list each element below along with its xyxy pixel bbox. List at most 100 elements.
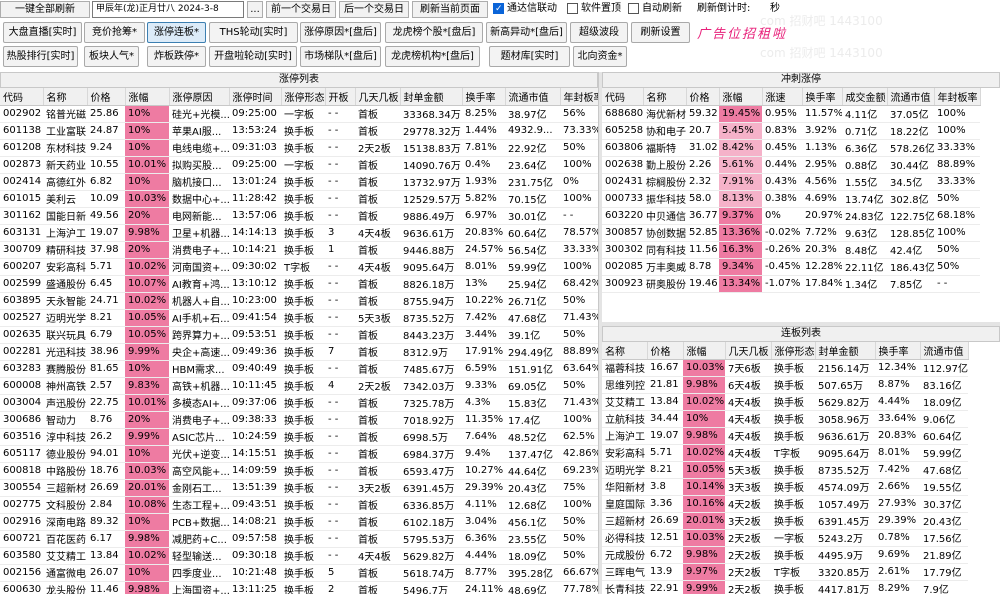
consecutive-row[interactable]: 三超新材 26.69 20.01% 3天2板 换手板 6391.45万 29.39% 20.4… <box>602 512 968 530</box>
surge-row[interactable]: 603806 福斯特 31.02 8.42% 0.45% 1.13% 6.36亿 578.26… <box>602 139 980 157</box>
auto-refresh-checkbox[interactable] <box>628 3 639 14</box>
limit-up-row[interactable]: 002527 迈明光学 8.21 10.05% AI手机+石... 09:41:54 换手板… <box>0 309 598 327</box>
limit-up-row[interactable]: 300686 智动力 8.76 20% 消费电子+... 09:38:33 换手板 - - 首板… <box>0 411 598 429</box>
surge-row[interactable]: 002431 棕榈股份 2.32 7.91% 0.43% 4.56% 1.55亿 34.5亿 3… <box>602 173 980 191</box>
limit-up-row[interactable]: 003004 声迅股份 22.75 10.01% 多模态AI+... 09:37:06 换手… <box>0 394 598 412</box>
surge-row[interactable]: 300857 协创数据 52.85 13.36% -0.02% 7.72% 9.63亿 128… <box>602 224 980 242</box>
limit-up-row[interactable]: 301162 国能日新 49.56 20% 电网新能... 13:57:06 换手板 - -首… <box>0 207 598 225</box>
surge-row[interactable]: 300923 研奥股份 19.46 13.34% -1.07% 17.84% 1.34亿 7.… <box>602 275 980 293</box>
column-header[interactable]: 涨停原因 <box>169 88 230 106</box>
surge-row[interactable]: 000733 振华科技 58.0 8.13% 0.38% 4.69% 13.74亿 302.8… <box>602 190 980 208</box>
column-header[interactable]: 换手率 <box>875 342 921 360</box>
column-header[interactable]: 封单金额 <box>815 342 876 360</box>
tab-tabs-row2-7[interactable]: 北向资金* <box>573 46 627 67</box>
tab-tabs-row1-1[interactable]: 竞价抢筹* <box>84 22 145 43</box>
consecutive-row[interactable]: 艾艾精工 13.84 10.02% 4天4板 换手板 5629.82万 4.44% 18.09… <box>602 393 968 411</box>
limit-up-row[interactable]: 600818 中路股份 18.76 10.03% 高空风能+... 14:09:59 换手板… <box>0 462 598 480</box>
tab-tabs-row2-1[interactable]: 板块人气* <box>84 46 139 67</box>
limit-up-row[interactable]: 002414 高德红外 6.82 10% 脑机接口... 13:01:24 换手板 - - 首板… <box>0 173 598 191</box>
column-header[interactable]: 涨幅 <box>683 342 726 360</box>
column-header[interactable]: 涨速 <box>762 88 803 106</box>
limit-up-row[interactable]: 600207 安彩高科 5.71 10.02% 河南国资+... 09:30:02 T字板 -… <box>0 258 598 276</box>
limit-up-row[interactable]: 600721 百花医药 6.17 9.98% 减肥药+C... 09:57:58 换手板 - … <box>0 530 598 548</box>
column-header[interactable]: 几天几板 <box>725 342 772 360</box>
consecutive-row[interactable]: 华阳新材 3.8 10.14% 3天3板 换手板 4574.09万 2.66% 19.55亿 <box>602 478 968 496</box>
consecutive-row[interactable]: 安彩高科 5.71 10.02% 4天4板 T字板 9095.64万 8.01% 59.99亿 <box>602 444 968 462</box>
limit-up-row[interactable]: 002156 通富微电 26.07 10% 四季度业... 10:21:48 换手板 5 首板 5… <box>0 564 598 582</box>
limit-up-row[interactable]: 002873 新天药业 10.55 10.01% 拟购买股... 09:25:00 一字板 -… <box>0 156 598 174</box>
limit-up-row[interactable]: 601138 工业富联 24.87 10% 苹果AI服... 13:53:24 换手板 - -… <box>0 122 598 140</box>
column-header[interactable]: 涨停形态 <box>281 88 326 106</box>
column-header[interactable]: 年封板率 <box>560 88 598 106</box>
column-header[interactable]: 几天几板 <box>355 88 401 106</box>
column-header[interactable]: 名称 <box>643 88 687 106</box>
surge-row[interactable]: 300302 同有科技 11.56 16.3% -0.26% 20.3% 8.48亿 42.4… <box>602 241 980 259</box>
tab-tabs-row1-4[interactable]: 涨停原因*[盘后] <box>300 22 381 43</box>
limit-up-row[interactable]: 603516 淳中科技 26.2 9.99% ASIC芯片... 10:24:59 换手板 -… <box>0 428 598 446</box>
limit-up-row[interactable]: 600630 龙头股份 11.46 9.98% 上海国资+... 13:11:25 换手板 2… <box>0 581 598 594</box>
date-display[interactable]: 甲辰年(龙)正月廿八 2024-3-8 <box>92 1 244 18</box>
column-header[interactable]: 流通市值 <box>920 342 969 360</box>
limit-up-row[interactable]: 601015 美利云 10.09 10.03% 数据中心+... 11:28:42 换手板 -… <box>0 190 598 208</box>
surge-row[interactable]: 688680 海优新材 59.32 19.45% 0.95% 11.57% 4.11亿 37.… <box>602 105 980 123</box>
consecutive-row[interactable]: 必得科技 12.51 10.03% 2天2板 一字板 5243.2万 0.78% 17.56亿 <box>602 529 968 547</box>
column-header[interactable]: 成交金额 <box>842 88 888 106</box>
tab-tabs-row2-4[interactable]: 市场梯队*[盘后] <box>300 46 381 67</box>
consecutive-row[interactable]: 元成股份 6.72 9.98% 2天2板 换手板 4495.9万 9.69% 21.89亿 <box>602 546 968 564</box>
limit-up-row[interactable]: 002902 铭普光磁 25.86 10% 硅光+光模... 09:25:00 一字板 - -… <box>0 105 598 123</box>
consecutive-row[interactable]: 上海沪工 19.07 9.98% 4天4板 换手板 9636.61万 20.83% 60.64… <box>602 427 968 445</box>
surge-row[interactable]: 002085 万丰奥威 8.78 9.34% -0.45% 12.28% 22.11亿 186… <box>602 258 980 276</box>
column-header[interactable]: 价格 <box>686 88 720 106</box>
pin-top-checkbox[interactable] <box>567 3 578 14</box>
consecutive-row[interactable]: 福蓉科技 16.67 10.03% 7天6板 换手板 2156.14万 12.34% 112.… <box>602 359 968 377</box>
column-header[interactable]: 名称 <box>43 88 88 106</box>
tab-tabs-row1-3[interactable]: THS轮动[实时] <box>209 22 298 43</box>
column-header[interactable]: 涨幅 <box>125 88 170 106</box>
limit-up-row[interactable]: 300709 精研科技 37.98 20% 消费电子+... 10:14:21 换手板 1 首板… <box>0 241 598 259</box>
column-header[interactable]: 换手率 <box>462 88 506 106</box>
limit-up-row[interactable]: 601208 东材科技 9.24 10% 电线电缆+... 09:31:03 换手板 - -2… <box>0 139 598 157</box>
column-header[interactable]: 年封板率 <box>934 88 981 106</box>
consecutive-row[interactable]: 三晖电气 13.9 9.97% 2天2板 T字板 3320.85万 2.61% 17.79亿 <box>602 563 968 581</box>
column-header[interactable]: 涨停时间 <box>229 88 282 106</box>
limit-up-row[interactable]: 603131 上海沪工 19.07 9.98% 卫星+机器... 14:14:13 换手板 3… <box>0 224 598 242</box>
limit-up-row[interactable]: 605117 德业股份 94.01 10% 光伏+逆变... 14:15:51 换手板 - -… <box>0 445 598 463</box>
column-header[interactable]: 流通市值 <box>505 88 561 106</box>
column-header[interactable]: 价格 <box>647 342 684 360</box>
tab-tabs-row2-6[interactable]: 题材库[实时] <box>489 46 570 67</box>
column-header[interactable]: 封单金额 <box>400 88 463 106</box>
next-trading-day-button[interactable]: 后一个交易日 <box>339 1 409 18</box>
tab-tabs-row1-5[interactable]: 龙虎榜个股*[盘后] <box>385 22 483 43</box>
limit-up-row[interactable]: 002916 深南电路 89.32 10% PCB+数据... 14:08:21 换手板 - … <box>0 513 598 531</box>
limit-up-row[interactable]: 002281 光迅科技 38.96 9.99% 央企+高速... 09:49:36 换手板 7… <box>0 343 598 361</box>
limit-up-row[interactable]: 603895 天永智能 24.71 10.02% 机器人+自... 10:23:00 换手板… <box>0 292 598 310</box>
refresh-all-button[interactable]: 一键全部刷新 <box>0 1 90 18</box>
limit-up-row[interactable]: 002599 盛通股份 6.45 10.07% AI教育+鸿... 13:10:12 换手板… <box>0 275 598 293</box>
column-header[interactable]: 价格 <box>87 88 126 106</box>
refresh-page-button[interactable]: 刷新当前页面 <box>412 1 488 18</box>
limit-up-row[interactable]: 600008 神州高铁 2.57 9.83% 高铁+机器... 10:11:45 换手板 4 2… <box>0 377 598 395</box>
surge-row[interactable]: 603220 中贝通信 36.77 9.37% 0% 20.97% 24.83亿 122.75… <box>602 207 980 225</box>
tab-tabs-row2-5[interactable]: 龙虎榜机构*[盘后] <box>385 46 480 67</box>
date-picker-button[interactable]: ... <box>247 1 263 18</box>
column-header[interactable]: 代码 <box>0 88 44 106</box>
surge-row[interactable]: 002638 勤上股份 2.26 5.61% 0.44% 2.95% 0.88亿 30.44亿… <box>602 156 980 174</box>
limit-up-row[interactable]: 002635 联兴玩具 6.79 10.05% 跨界算力+... 09:53:51 换手板 -… <box>0 326 598 344</box>
consecutive-row[interactable]: 迈明光学 8.21 10.05% 5天3板 换手板 8735.52万 7.42% 47.68亿 <box>602 461 968 479</box>
prev-trading-day-button[interactable]: 前一个交易日 <box>266 1 336 18</box>
tab-tabs-row1-0[interactable]: 大盘直播[实时] <box>3 22 82 43</box>
tab-tabs-row2-0[interactable]: 热股排行[实时] <box>3 46 78 67</box>
column-header[interactable]: 涨幅 <box>719 88 763 106</box>
consecutive-row[interactable]: 皇庭国际 3.36 10.16% 4天2板 换手板 1057.49万 27.93% 30.37… <box>602 495 968 513</box>
surge-row[interactable]: 605258 协和电子 20.7 5.45% 0.83% 3.92% 0.71亿 18.22亿… <box>602 122 980 140</box>
column-header[interactable]: 代码 <box>602 88 644 106</box>
column-header[interactable]: 名称 <box>602 342 648 360</box>
limit-up-row[interactable]: 603580 艾艾精工 13.84 10.02% 轻型输送... 09:30:18 换手板 -… <box>0 547 598 565</box>
column-header[interactable]: 换手率 <box>802 88 843 106</box>
column-header[interactable]: 流通市值 <box>887 88 935 106</box>
tab-tabs-row1-7[interactable]: 超级波段 <box>570 22 628 43</box>
tab-tabs-row1-8[interactable]: 刷新设置 <box>631 22 690 43</box>
consecutive-row[interactable]: 思维列控 21.81 9.98% 6天4板 换手板 507.65万 8.87% 83.16亿 <box>602 376 968 394</box>
tongdaxin-link-checkbox[interactable] <box>493 3 504 14</box>
limit-up-row[interactable]: 002775 文科股份 2.84 10.08% 生态工程+... 09:43:51 换手板 -… <box>0 496 598 514</box>
